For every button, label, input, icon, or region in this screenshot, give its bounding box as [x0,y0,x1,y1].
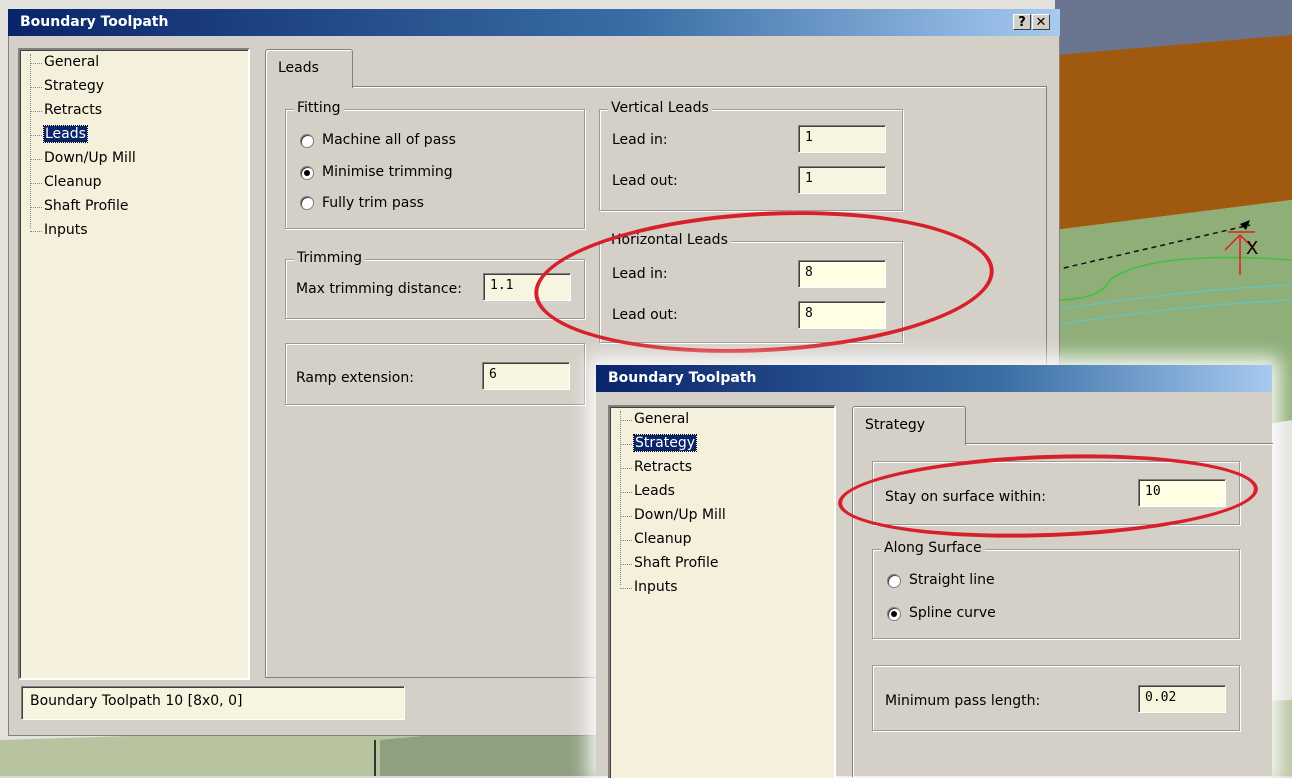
tree-connector [30,63,42,64]
spline-curve-label: Spline curve [909,605,996,621]
tree-item-leads[interactable]: Leads [30,125,88,143]
tree-connector [30,159,42,160]
tree-item-label: Shaft Profile [634,555,719,571]
strategy-dialog: Boundary Toolpath General Strategy Retract… [596,365,1273,778]
strategy-dialog-titlebar[interactable]: Boundary Toolpath [596,365,1272,392]
vertical-leads-label: Vertical Leads [608,100,712,116]
tree-item-label: Leads [634,483,675,499]
help-button[interactable]: ? [1013,14,1031,30]
tree-connector [620,468,632,469]
strategy-tree-item-down-up-mill[interactable]: Down/Up Mill [620,507,726,523]
vertical-lead-in-label: Lead in: [612,132,668,148]
strategy-tree-item-general[interactable]: General [620,411,690,427]
axis-x-glyph: X [1246,238,1258,259]
tree-item-label: Strategy [633,434,697,452]
tree-item-label: Retracts [634,459,693,475]
tree-connector [30,111,42,112]
strategy-tree-item-retracts[interactable]: Retracts [620,459,693,475]
tree-connector [620,420,632,421]
ramp-extension-field[interactable]: 6 [482,362,570,390]
tree-item-label: General [44,54,100,70]
tree-item-label: Cleanup [44,174,102,190]
dialog-titlebar[interactable]: Boundary Toolpath ? ✕ [8,9,1060,36]
page-tree[interactable]: General Strategy Retracts Leads Down/Up Mill… [18,48,250,680]
status-field: Boundary Toolpath 10 [8x0, 0] [21,686,405,720]
ramp-extension-label: Ramp extension: [296,370,414,386]
max-trimming-label: Max trimming distance: [296,281,462,297]
strategy-tree-item-cleanup[interactable]: Cleanup [620,531,692,547]
tree-item-cleanup[interactable]: Cleanup [30,174,102,190]
min-pass-group: Minimum pass length: 0.02 [872,665,1240,731]
minimise-trimming-label: Minimise trimming [322,164,453,180]
tree-item-general[interactable]: General [30,54,100,70]
strategy-tree-item-shaft-profile[interactable]: Shaft Profile [620,555,719,571]
tree-item-label: Leads [43,125,88,143]
tree-connector [30,231,42,232]
tab-leads-label: Leads [278,60,319,76]
tree-connector [30,183,42,184]
tree-item-label: General [634,411,690,427]
vertical-leads-group: Vertical Leads Lead in: 1 Lead out: 1 [599,100,903,211]
trimming-label: Trimming [294,250,366,266]
tree-connector [620,444,632,445]
strategy-page-tree[interactable]: General Strategy Retracts Leads Down/Up Mill… [608,405,836,778]
tree-item-retracts[interactable]: Retracts [30,102,103,118]
minimise-trimming-radio[interactable] [300,166,314,180]
straight-line-label: Straight line [909,572,995,588]
fitting-label: Fitting [294,100,344,116]
tree-connector [620,516,632,517]
tree-item-label: Down/Up Mill [634,507,726,523]
tree-connector [30,135,42,136]
dialog-title: Boundary Toolpath [20,14,169,30]
strategy-tree-item-leads[interactable]: Leads [620,483,675,499]
tree-item-label: Shaft Profile [44,198,129,214]
tree-connector [30,207,42,208]
straight-line-radio[interactable] [887,574,901,588]
close-button[interactable]: ✕ [1032,14,1050,30]
ramp-group: Ramp extension: 6 [285,343,585,405]
tree-item-label: Cleanup [634,531,692,547]
tree-item-label: Inputs [44,222,88,238]
fitting-group: Fitting Machine all of pass Minimise tri… [285,100,585,229]
min-pass-length-label: Minimum pass length: [885,693,1041,709]
machine-all-label: Machine all of pass [322,132,456,148]
tree-item-label: Strategy [44,78,104,94]
fully-trim-label: Fully trim pass [322,195,424,211]
tree-item-strategy[interactable]: Strategy [30,78,104,94]
tree-item-label: Inputs [634,579,678,595]
vertical-lead-out-field[interactable]: 1 [798,166,886,194]
strategy-tree-item-inputs[interactable]: Inputs [620,579,678,595]
tree-item-down-up-mill[interactable]: Down/Up Mill [30,150,136,166]
strategy-tree-item-strategy[interactable]: Strategy [620,434,697,452]
tab-strategy-label: Strategy [865,417,925,433]
tree-connector [620,492,632,493]
fully-trim-radio[interactable] [300,196,314,210]
machine-all-radio[interactable] [300,134,314,148]
tab-leads[interactable]: Leads [265,49,353,88]
spline-curve-radio[interactable] [887,607,901,621]
tree-connector [30,87,42,88]
tree-connector [620,564,632,565]
tree-item-shaft-profile[interactable]: Shaft Profile [30,198,129,214]
vertical-lead-out-label: Lead out: [612,173,678,189]
tab-strategy[interactable]: Strategy [852,406,966,445]
strategy-dialog-title: Boundary Toolpath [608,370,757,386]
along-surface-label: Along Surface [881,540,985,556]
along-surface-group: Along Surface Straight line Spline curve [872,540,1240,639]
min-pass-length-field[interactable]: 0.02 [1138,685,1226,713]
vertical-lead-in-field[interactable]: 1 [798,125,886,153]
tree-item-inputs[interactable]: Inputs [30,222,88,238]
tree-connector [620,588,632,589]
tree-item-label: Retracts [44,102,103,118]
tree-item-label: Down/Up Mill [44,150,136,166]
tree-connector [620,540,632,541]
